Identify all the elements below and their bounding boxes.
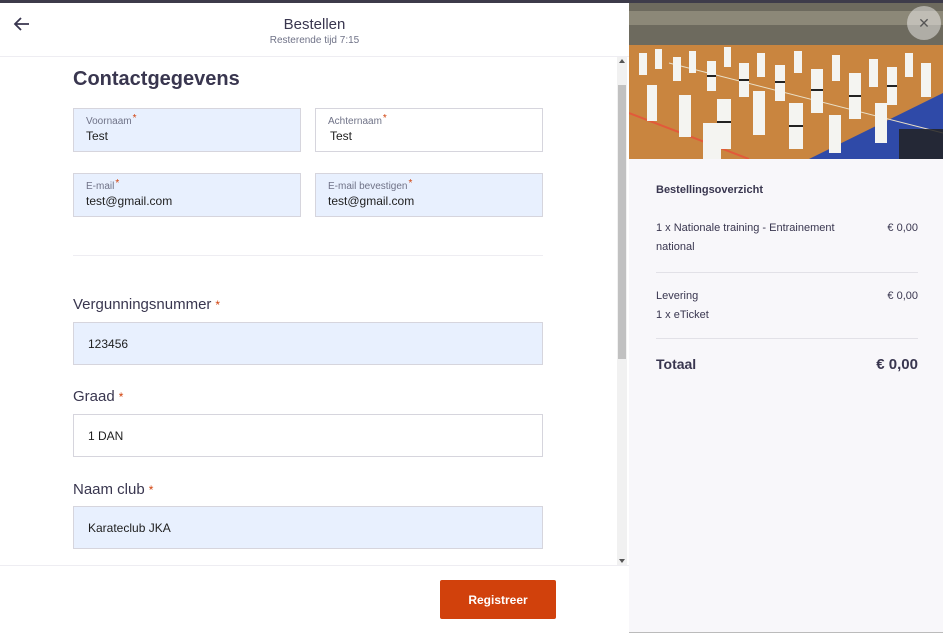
required-mark: *: [215, 298, 221, 312]
vertical-scrollbar[interactable]: [617, 57, 627, 565]
order-summary-title: Bestellingsoverzicht: [656, 184, 763, 196]
summary-divider: [656, 338, 918, 339]
grade-label: Graad *: [73, 388, 124, 405]
required-mark: *: [148, 483, 154, 497]
license-number-label: Vergunningsnummer *: [73, 296, 221, 313]
section-divider: [73, 255, 543, 256]
required-mark: *: [115, 178, 120, 189]
delivery-line-item: Levering 1 x eTicket € 0,00: [656, 287, 918, 327]
scroll-up-arrow-icon[interactable]: [619, 59, 625, 63]
email-value: test@gmail.com: [86, 194, 173, 208]
last-name-label: Achternaam: [328, 116, 382, 127]
delivery-sub: 1 x eTicket: [656, 309, 709, 321]
order-item-price: € 0,00: [887, 222, 918, 234]
delivery-label: Levering: [656, 290, 699, 302]
email-label: E-mail: [86, 181, 115, 192]
first-name-value: Test: [86, 129, 109, 143]
section-title-contact: Contactgegevens: [73, 68, 240, 90]
club-name-input[interactable]: Karateclub JKA: [73, 506, 543, 549]
email-field[interactable]: E-mail* test@gmail.com: [73, 173, 301, 217]
email-confirm-field[interactable]: E-mail bevestigen* test@gmail.com: [315, 173, 543, 217]
close-icon[interactable]: ✕: [907, 6, 941, 40]
grade-value: 1 DAN: [88, 429, 124, 443]
total-label: Totaal: [656, 356, 697, 372]
first-name-field[interactable]: Voornaam* Test: [73, 108, 301, 152]
total-value: € 0,00: [876, 356, 918, 373]
first-name-label: Voornaam: [86, 116, 132, 127]
register-button[interactable]: Registreer: [440, 580, 556, 619]
checkout-header: Bestellen Resterende tijd 7:15: [0, 3, 629, 57]
page-title: Bestellen: [283, 16, 346, 33]
order-summary-panel: ✕ Bestellingsoverzicht 1 x Nationale tra…: [629, 3, 943, 633]
form-scroll-area[interactable]: Contactgegevens Voornaam* Test Achternaa…: [0, 57, 629, 565]
grade-input[interactable]: 1 DAN: [73, 414, 543, 457]
order-line-item: 1 x Nationale training - Entrainement na…: [656, 219, 918, 259]
required-mark: *: [382, 113, 387, 124]
event-photo: [629, 3, 943, 159]
order-item-name: 1 x Nationale training - Entrainement na…: [656, 222, 835, 253]
email-confirm-value: test@gmail.com: [328, 194, 415, 208]
scroll-down-arrow-icon[interactable]: [619, 559, 625, 563]
order-total: Totaal € 0,00: [656, 356, 918, 373]
required-mark: *: [118, 390, 124, 404]
scrollbar-thumb[interactable]: [618, 85, 626, 359]
last-name-field[interactable]: Achternaam* Test: [315, 108, 543, 152]
checkout-form-panel: Bestellen Resterende tijd 7:15 Contactge…: [0, 3, 629, 633]
required-mark: *: [132, 113, 137, 124]
required-mark: *: [408, 178, 413, 189]
summary-divider: [656, 272, 918, 273]
email-confirm-label: E-mail bevestigen: [328, 181, 408, 192]
license-number-value: 123456: [88, 337, 129, 351]
license-number-input[interactable]: 123456: [73, 322, 543, 365]
remaining-time: Resterende tijd 7:15: [269, 35, 360, 46]
club-name-label: Naam club *: [73, 481, 154, 498]
last-name-value: Test: [330, 129, 353, 143]
club-name-value: Karateclub JKA: [88, 521, 171, 535]
checkout-footer: Registreer: [0, 565, 629, 633]
delivery-price: € 0,00: [887, 290, 918, 302]
